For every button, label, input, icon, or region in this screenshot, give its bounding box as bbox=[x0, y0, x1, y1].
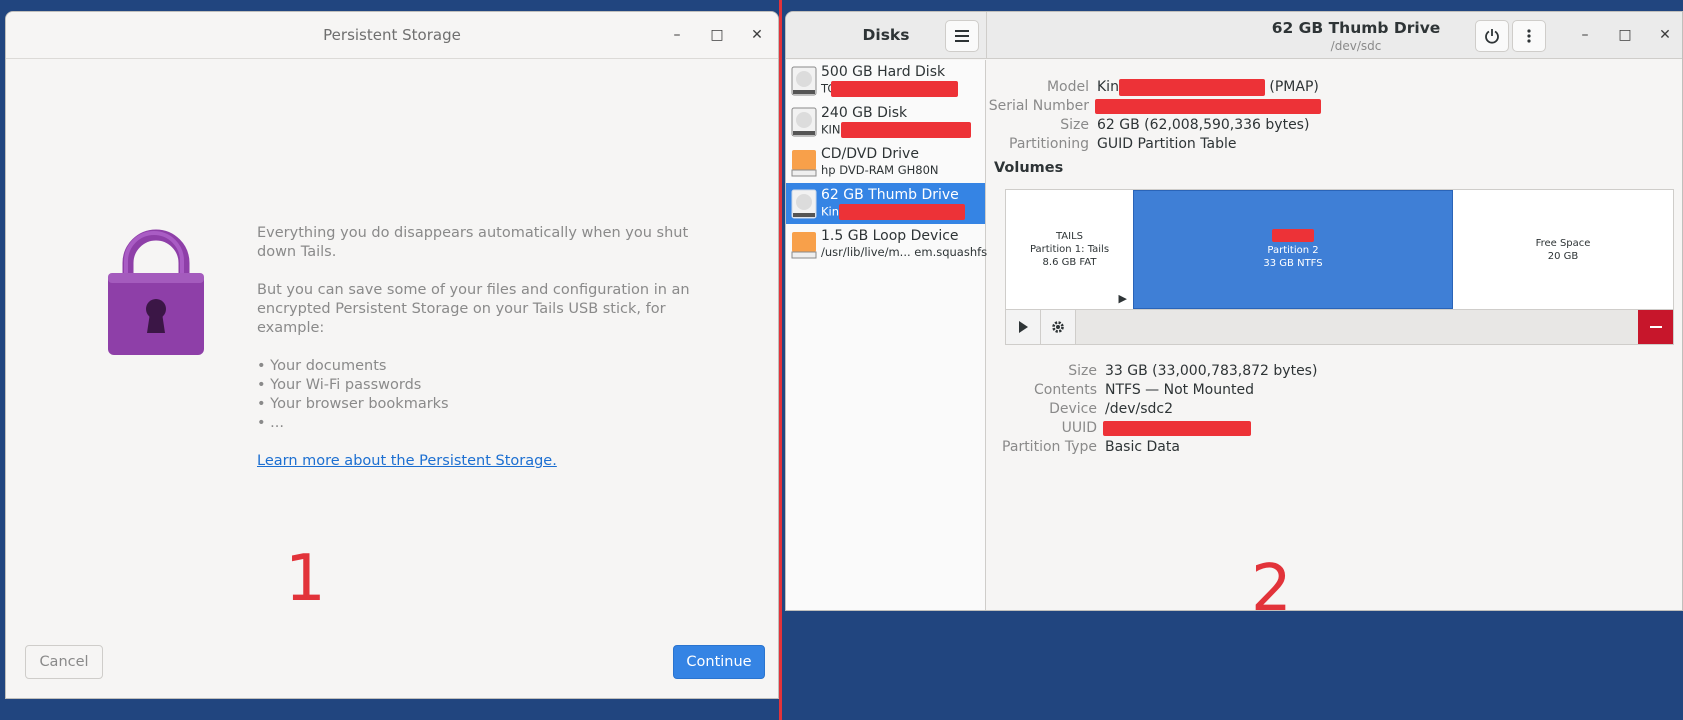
persistent-storage-window: Persistent Storage – □ ✕ Everything you … bbox=[5, 11, 779, 699]
persistent-storage-message: Everything you do disappears automatical… bbox=[257, 224, 717, 471]
redaction bbox=[1272, 229, 1314, 242]
play-icon bbox=[1019, 321, 1028, 333]
redaction bbox=[1103, 420, 1251, 436]
menu-button[interactable] bbox=[945, 20, 979, 52]
disks-window: Disks 62 GB Thumb Drive /dev/sdc – □ ✕ 5… bbox=[785, 11, 1683, 611]
drive-options-button[interactable] bbox=[1512, 20, 1546, 52]
gear-icon bbox=[1052, 321, 1064, 333]
list-item: • ... bbox=[257, 415, 284, 431]
mount-button[interactable] bbox=[1006, 310, 1041, 344]
redaction bbox=[1095, 98, 1321, 114]
annotation-marker-2: 2 bbox=[1251, 552, 1292, 611]
delete-partition-button[interactable] bbox=[1638, 310, 1673, 344]
device-row: Device/dev/sdc2 bbox=[1049, 401, 1174, 417]
optical-drive-icon bbox=[791, 150, 817, 177]
drive-item-thumb-drive[interactable]: 62 GB Thumb Drive Kin bbox=[786, 183, 985, 224]
list-item: • Your Wi-Fi passwords bbox=[257, 377, 422, 393]
partition-2[interactable]: Partition 2 33 GB NTFS bbox=[1133, 190, 1453, 309]
model-row: Model Kin (PMAP) bbox=[1046, 78, 1319, 96]
example-list: • Your documents • Your Wi-Fi passwords … bbox=[257, 357, 717, 433]
loop-device-icon bbox=[791, 232, 817, 259]
close-icon[interactable]: ✕ bbox=[742, 24, 772, 46]
partition-size-row: Size 33 GB (33,000,783,872 bytes) bbox=[1068, 363, 1318, 379]
annotation-marker-1: 1 bbox=[285, 542, 326, 616]
partition-settings-button[interactable] bbox=[1041, 310, 1076, 344]
maximize-icon[interactable]: □ bbox=[1610, 24, 1640, 46]
minimize-icon[interactable]: – bbox=[1570, 24, 1600, 46]
partition-tails[interactable]: TAILS Partition 1: Tails 8.6 GB FAT ▶ bbox=[1006, 190, 1133, 309]
list-item: • Your browser bookmarks bbox=[257, 396, 449, 412]
drive-item-loop-device[interactable]: 1.5 GB Loop Device /usr/lib/live/m... em… bbox=[786, 224, 987, 265]
hard-disk-icon bbox=[791, 66, 817, 96]
power-icon bbox=[1485, 29, 1499, 44]
drive-list: 500 GB Hard Disk TC 240 GB Disk KIN CD/D… bbox=[786, 60, 987, 610]
play-icon: ▶ bbox=[1118, 292, 1127, 305]
padlock-icon bbox=[106, 227, 206, 357]
kebab-menu-icon bbox=[1527, 29, 1531, 43]
uuid-row: UUID bbox=[987, 419, 1251, 438]
volumes-heading: Volumes bbox=[994, 160, 1064, 176]
hard-disk-icon bbox=[791, 107, 817, 137]
partition-type-row: Partition Type Basic Data bbox=[1002, 439, 1180, 455]
annotation-divider bbox=[779, 0, 782, 720]
partitioning-row: Partitioning GUID Partition Table bbox=[1009, 136, 1237, 152]
contents-row: Contents NTFS — Not Mounted bbox=[1034, 382, 1254, 398]
continue-button[interactable]: Continue bbox=[673, 645, 765, 679]
serial-row: Serial Number bbox=[987, 97, 1321, 116]
volume-toolbar bbox=[1005, 310, 1674, 345]
drive-item-cd-dvd[interactable]: CD/DVD Drive hp DVD-RAM GH80N bbox=[786, 142, 985, 183]
close-icon[interactable]: ✕ bbox=[1650, 24, 1680, 46]
drive-details: Model Kin (PMAP) Serial Number Size 62 GB … bbox=[987, 60, 1682, 610]
header-bar: Disks 62 GB Thumb Drive /dev/sdc – □ ✕ bbox=[786, 12, 1682, 59]
redaction bbox=[840, 122, 971, 138]
maximize-icon[interactable]: □ bbox=[702, 24, 732, 46]
explain-paragraph: But you can save some of your files and … bbox=[257, 282, 690, 336]
list-item: • Your documents bbox=[257, 358, 387, 374]
volume-map: TAILS Partition 1: Tails 8.6 GB FAT ▶ Pa… bbox=[1005, 189, 1674, 310]
title-bar: Persistent Storage – □ ✕ bbox=[6, 12, 778, 59]
redaction bbox=[1118, 78, 1265, 96]
minus-icon bbox=[1649, 326, 1662, 328]
learn-more-link[interactable]: Learn more about the Persistent Storage. bbox=[257, 453, 557, 469]
redaction bbox=[839, 204, 966, 220]
power-off-button[interactable] bbox=[1475, 20, 1509, 52]
cancel-button[interactable]: Cancel bbox=[25, 645, 103, 679]
drive-item-240gb[interactable]: 240 GB Disk KIN bbox=[786, 101, 985, 142]
size-row: Size 62 GB (62,008,590,336 bytes) bbox=[1060, 117, 1310, 133]
drive-item-500gb[interactable]: 500 GB Hard Disk TC bbox=[786, 60, 985, 101]
redaction bbox=[831, 81, 959, 97]
minimize-icon[interactable]: – bbox=[662, 24, 692, 46]
intro-paragraph: Everything you do disappears automatical… bbox=[257, 225, 689, 260]
usb-drive-icon bbox=[791, 189, 817, 219]
free-space[interactable]: Free Space 20 GB bbox=[1453, 190, 1673, 309]
